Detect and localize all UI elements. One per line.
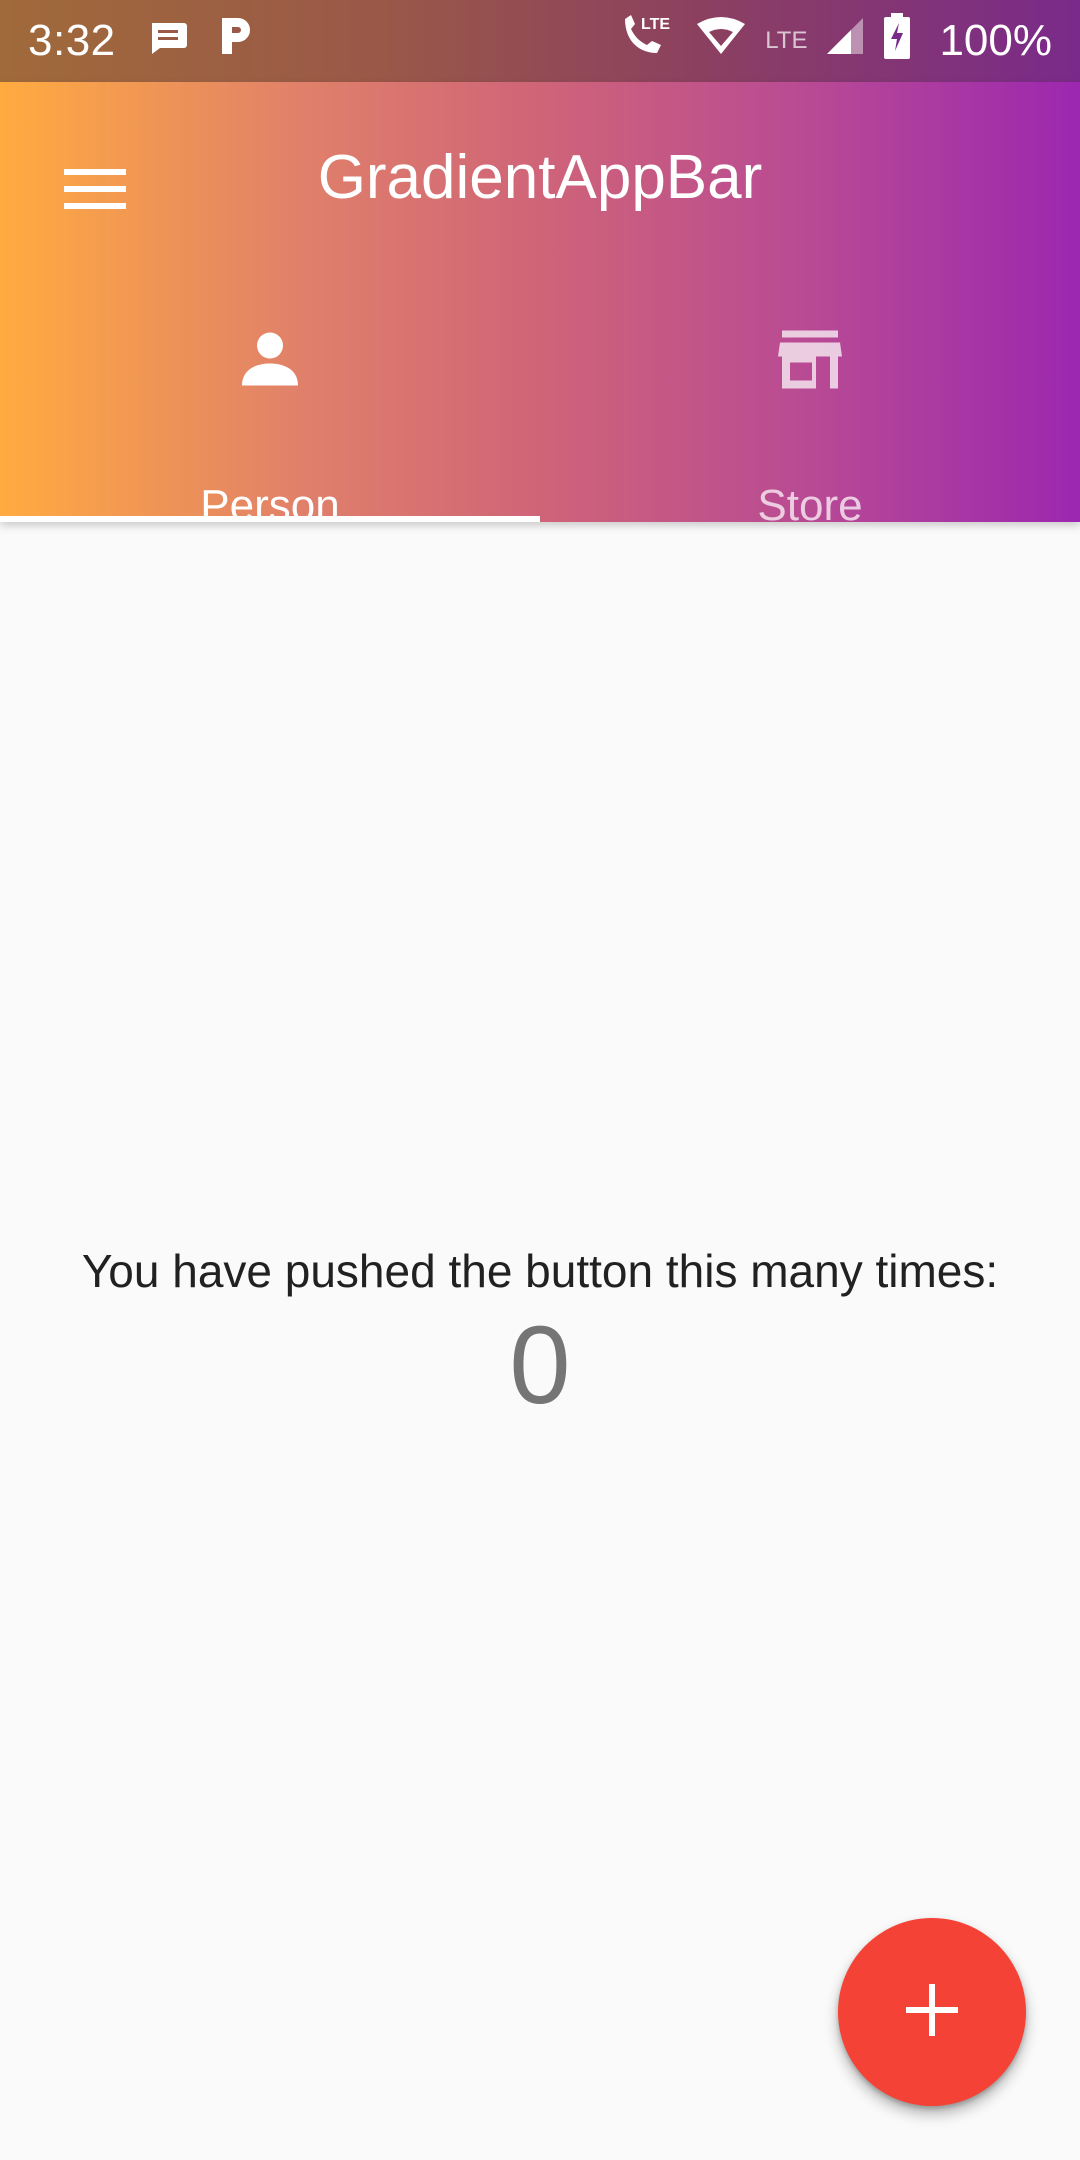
- battery-charging-icon: [883, 12, 911, 70]
- store-icon: [778, 330, 842, 394]
- counter-value: 0: [509, 1304, 571, 1427]
- person-icon: [240, 330, 300, 395]
- parking-icon: [218, 16, 252, 67]
- tab-person[interactable]: Person: [0, 276, 540, 530]
- app-title: GradientAppBar: [317, 143, 763, 212]
- tab-store[interactable]: Store: [540, 276, 1080, 530]
- status-time: 3:32: [28, 16, 116, 65]
- lte-label: LTE: [765, 26, 808, 54]
- message-icon: [148, 16, 188, 66]
- wifi-icon: [695, 16, 747, 67]
- increment-fab-button[interactable]: [838, 1918, 1026, 2106]
- status-notification-icons: [148, 16, 252, 67]
- status-system-icons: LTE LTE 100%: [619, 12, 1052, 70]
- status-bar: 3:32 LTE LTE 100%: [0, 0, 1080, 82]
- toolbar: GradientAppBar: [0, 82, 1080, 276]
- battery-percent: 100%: [939, 16, 1052, 65]
- lte-call-icon: LTE: [619, 13, 677, 70]
- add-icon: [906, 1983, 958, 2041]
- cell-signal-icon: [825, 16, 865, 67]
- tab-bar: Person Store: [0, 276, 1080, 530]
- counter-caption: You have pushed the button this many tim…: [81, 1245, 999, 1297]
- gradient-app-bar: GradientAppBar Person Store: [0, 82, 1080, 530]
- svg-text:LTE: LTE: [641, 16, 670, 33]
